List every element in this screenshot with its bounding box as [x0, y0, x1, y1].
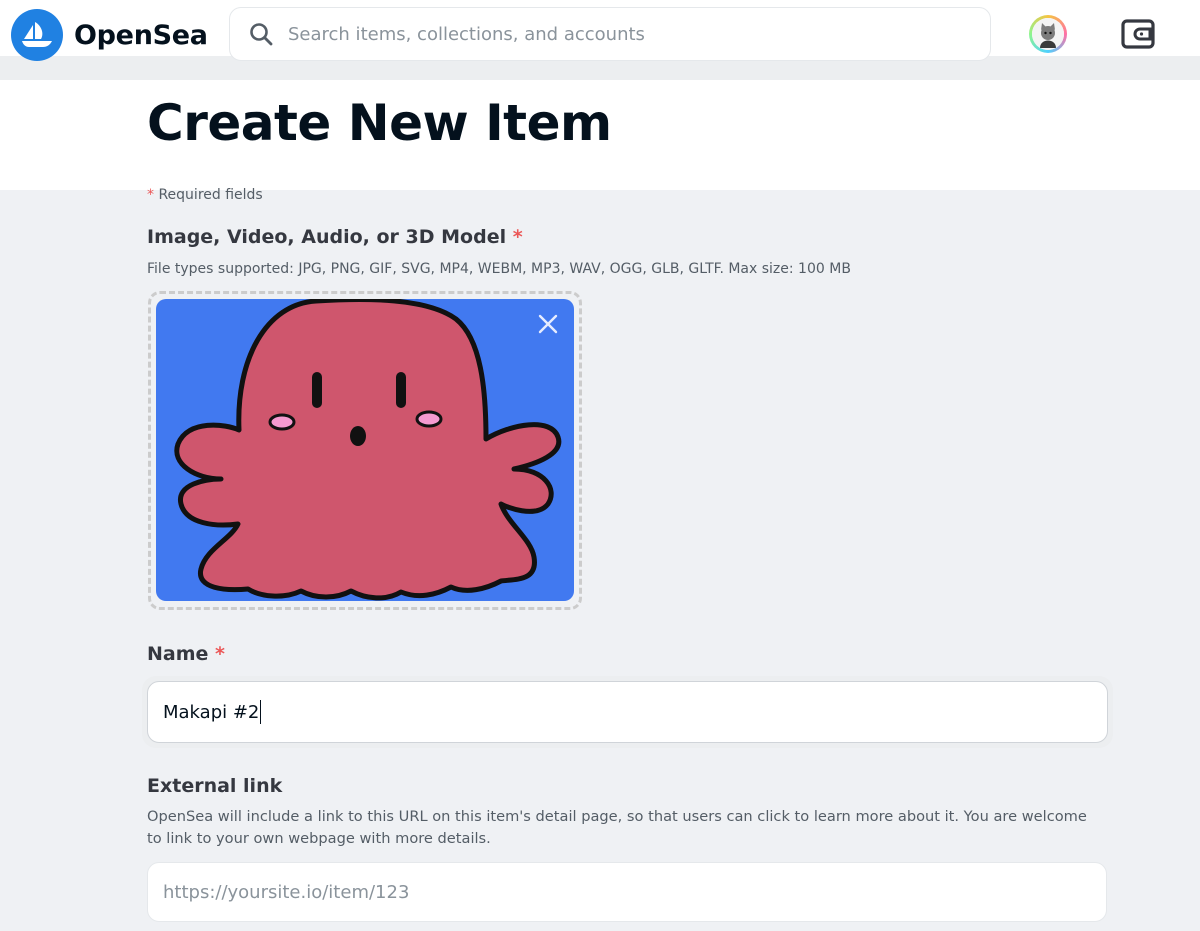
- brand-name: OpenSea: [74, 19, 208, 51]
- name-input[interactable]: Makapi #2: [147, 681, 1108, 743]
- search-icon: [250, 23, 273, 46]
- avatar-image: [1032, 18, 1064, 50]
- media-preview: [156, 299, 574, 601]
- media-dropzone[interactable]: [148, 291, 582, 610]
- external-link-hint: OpenSea will include a link to this URL …: [147, 806, 1087, 850]
- media-label-text: Image, Video, Audio, or 3D Model: [147, 226, 507, 248]
- external-link-input[interactable]: https://yoursite.io/item/123: [147, 862, 1107, 922]
- search-bar[interactable]: Search items, collections, and accounts: [229, 7, 991, 61]
- page-title: Create New Item: [147, 94, 612, 152]
- brand-logo[interactable]: OpenSea: [11, 9, 208, 61]
- name-input-value: Makapi #2: [163, 701, 260, 723]
- external-link-label: External link: [147, 775, 283, 797]
- external-link-hint-line2: to link to your own webpage with more de…: [147, 830, 491, 847]
- name-label-text: Name: [147, 643, 209, 665]
- wallet-icon[interactable]: [1120, 16, 1156, 52]
- name-input-focus-ring: Makapi #2: [142, 676, 1113, 748]
- required-asterisk: *: [147, 187, 154, 203]
- required-asterisk: *: [215, 643, 225, 665]
- required-fields-text: Required fields: [158, 187, 263, 203]
- required-fields-note: * Required fields: [147, 187, 263, 203]
- media-label: Image, Video, Audio, or 3D Model *: [147, 226, 523, 248]
- avatar[interactable]: [1029, 15, 1067, 53]
- remove-media-close-icon[interactable]: [536, 312, 560, 336]
- external-link-hint-line1: OpenSea will include a link to this URL …: [147, 808, 1087, 825]
- top-navbar: OpenSea Search items, collections, and a…: [0, 0, 1200, 80]
- text-caret: [260, 700, 262, 724]
- opensea-logo-icon: [11, 9, 63, 61]
- name-label: Name *: [147, 643, 225, 665]
- ghost-character-image: [174, 299, 562, 601]
- required-asterisk: *: [512, 226, 523, 248]
- media-hint: File types supported: JPG, PNG, GIF, SVG…: [147, 261, 851, 277]
- search-input[interactable]: Search items, collections, and accounts: [288, 24, 645, 45]
